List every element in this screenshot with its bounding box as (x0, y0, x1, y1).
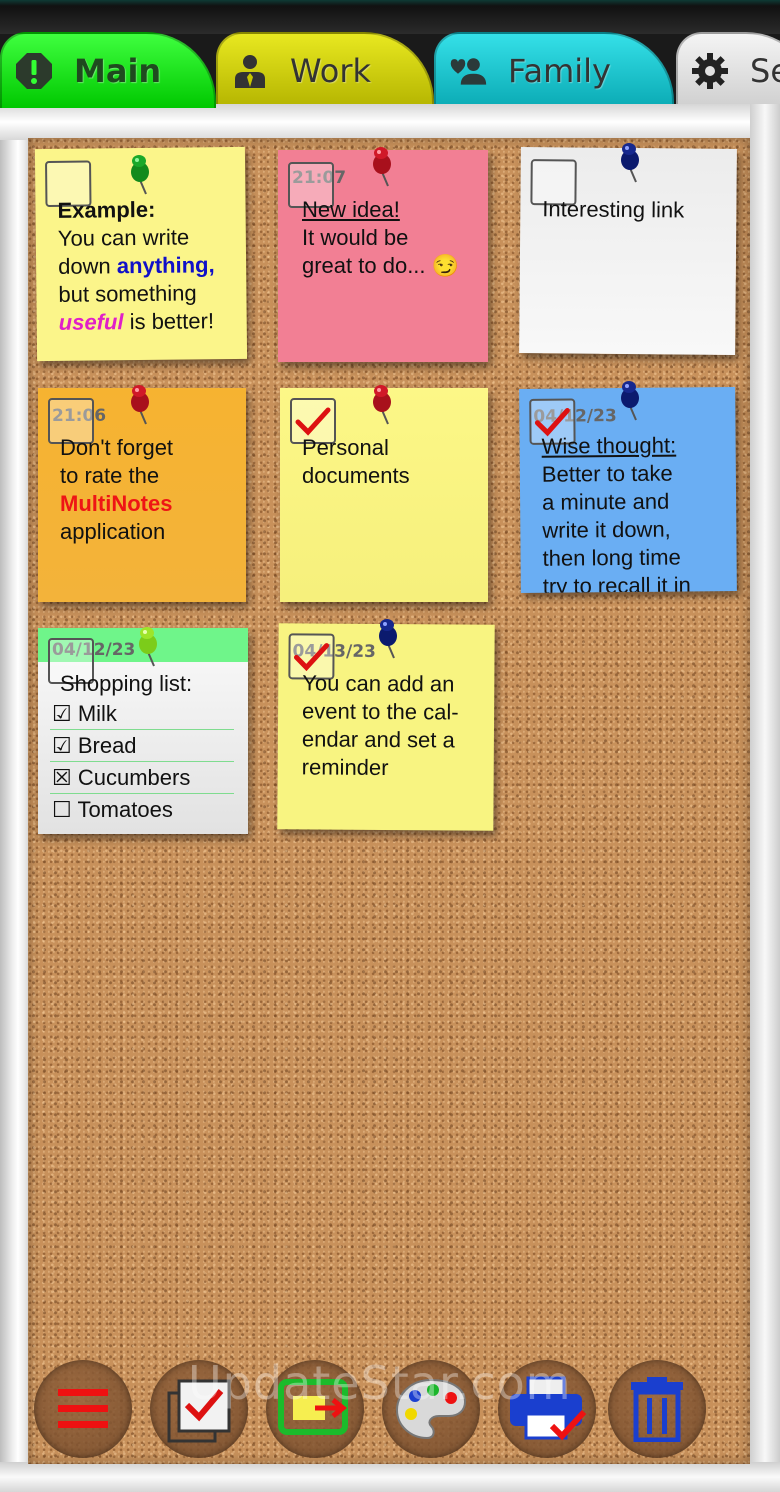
select-notes-icon (167, 1379, 231, 1443)
list-item[interactable]: ☑ Bread (50, 730, 234, 762)
tab-work[interactable]: Work (216, 32, 434, 108)
blue-pushpin-icon (621, 381, 639, 421)
list-item[interactable]: ☐ Tomatoes (50, 794, 234, 825)
note-event-line: endar and set a (301, 726, 455, 753)
palette-icon (395, 1378, 467, 1440)
note-example-line: but something (58, 280, 197, 307)
note-thought-line: Better to take (541, 460, 673, 487)
note-rate-app-name: MultiNotes (60, 491, 173, 516)
red-pushpin-icon (373, 147, 391, 187)
select-notes-button[interactable] (150, 1360, 248, 1458)
tab-bar: Main Work Family Se (0, 30, 780, 108)
note-idea-line: It would be (302, 225, 409, 250)
red-pushpin-icon (131, 385, 149, 425)
note-event-line: event to the cal- (302, 698, 459, 725)
person-icon (230, 51, 270, 91)
tab-family-label: Family (508, 52, 611, 90)
delete-button[interactable] (608, 1360, 706, 1458)
note-thought-title: Wise thought: (541, 432, 677, 459)
note-thought-line: try to recall it in (542, 572, 691, 593)
color-palette-button[interactable] (382, 1360, 480, 1458)
tab-main[interactable]: Main (0, 32, 216, 108)
note-idea-title: New idea! (302, 197, 400, 222)
status-bar (0, 0, 780, 34)
board-frame-top (0, 104, 780, 140)
green-pushpin-icon (131, 155, 149, 195)
menu-icon (58, 1389, 108, 1428)
move-note-button[interactable] (266, 1360, 364, 1458)
red-pushpin-icon (373, 385, 391, 425)
tab-main-label: Main (74, 52, 162, 90)
note-thought-line: write it down, (542, 516, 671, 543)
exclamation-icon (14, 51, 54, 91)
note-documents-line: Personal (302, 435, 389, 460)
menu-button[interactable] (34, 1360, 132, 1458)
list-item[interactable]: ☒ Cucumbers (50, 762, 234, 794)
tab-family[interactable]: Family (434, 32, 674, 108)
bottom-toolbar (34, 1360, 734, 1460)
move-note-icon (278, 1379, 348, 1435)
blue-pushpin-icon (379, 619, 397, 659)
note-event-line: reminder (301, 754, 389, 781)
note-idea-line: great to do... 😏 (302, 253, 460, 278)
tab-settings-label: Se (750, 52, 780, 90)
board-frame-bottom (0, 1462, 780, 1492)
note-rate-line: Don't forget (60, 435, 174, 460)
note-documents-line: documents (302, 463, 410, 488)
note-thought-line: then long time (542, 544, 681, 571)
note-rate-line: to rate the (60, 463, 160, 488)
note-example-title: Example: (57, 196, 156, 223)
note-shopping-title: Shopping list: (60, 671, 193, 696)
note-rate-line: application (60, 519, 166, 544)
print-icon (510, 1376, 587, 1441)
note-example-line: down anything, (57, 252, 215, 279)
list-item[interactable]: ☑ Milk (50, 698, 234, 730)
note-thought-line: a minute and (541, 488, 670, 515)
note-example-line: useful is better! (58, 308, 215, 335)
note-example-line: You can write (57, 224, 190, 251)
blue-pushpin-icon (621, 143, 639, 183)
note-event-line: You can add an (302, 670, 455, 697)
note-link-title: Interesting link (542, 196, 685, 223)
print-button[interactable] (498, 1360, 596, 1458)
people-icon (448, 51, 488, 91)
tab-work-label: Work (290, 52, 372, 90)
gear-icon (690, 51, 730, 91)
board-frame-right (750, 104, 780, 1492)
trash-icon (631, 1377, 683, 1442)
tab-settings[interactable]: Se (676, 32, 780, 108)
green-pushpin-icon (139, 627, 157, 667)
